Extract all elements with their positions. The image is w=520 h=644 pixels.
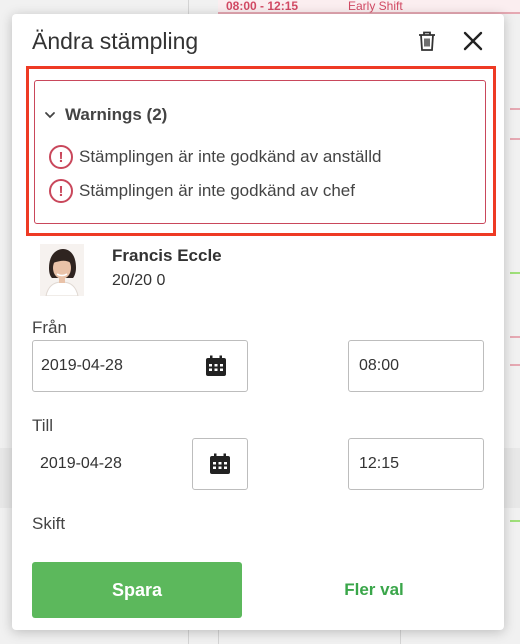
schedule-marker	[510, 520, 520, 522]
schedule-marker	[510, 336, 520, 338]
employee-subtitle: 20/20 0	[112, 272, 166, 289]
schedule-marker	[510, 272, 520, 274]
warning-text: Stämplingen är inte godkänd av anställd	[79, 147, 382, 166]
exclamation-icon: !	[49, 179, 73, 203]
to-calendar-button[interactable]	[192, 438, 248, 490]
warnings-header: Warnings (2)	[65, 105, 168, 124]
chevron-down-icon	[45, 112, 55, 119]
schedule-marker	[510, 364, 520, 366]
background-shift-name: Early Shift	[348, 0, 403, 13]
to-label: Till	[32, 416, 54, 435]
background-shift-block[interactable]: 08:00 - 12:15 Early Shift	[218, 0, 520, 14]
save-button[interactable]: Spara	[32, 562, 242, 618]
employee-name: Francis Eccle	[112, 246, 222, 265]
calendar-icon	[210, 453, 230, 474]
background-shift-time: 08:00 - 12:15	[226, 0, 299, 13]
to-date-input[interactable]: 2019-04-28	[32, 438, 122, 490]
from-label: Från	[32, 318, 67, 337]
warning-item: ! Stämplingen är inte godkänd av chef	[49, 179, 355, 203]
warnings-toggle[interactable]: Warnings (2)	[43, 105, 167, 125]
from-time-input[interactable]: 08:00	[348, 340, 484, 392]
warnings-panel: Warnings (2) ! Stämplingen är inte godkä…	[34, 80, 486, 224]
calendar-icon[interactable]	[202, 352, 230, 380]
modal-title: Ändra stämpling	[32, 28, 199, 54]
avatar	[40, 244, 84, 297]
more-options-button[interactable]: Fler val	[312, 562, 436, 618]
edit-punch-modal: Ändra stämpling Warnings (2) ! Stämpling…	[12, 14, 504, 630]
trash-icon[interactable]	[414, 28, 440, 54]
schedule-marker	[510, 108, 520, 110]
shift-label: Skift	[32, 514, 66, 533]
exclamation-icon: !	[49, 145, 73, 169]
schedule-marker	[510, 138, 520, 140]
warning-item: ! Stämplingen är inte godkänd av anställ…	[49, 145, 381, 169]
warning-text: Stämplingen är inte godkänd av chef	[79, 181, 355, 200]
to-time-input[interactable]: 12:15	[348, 438, 484, 490]
close-icon[interactable]	[460, 28, 486, 54]
